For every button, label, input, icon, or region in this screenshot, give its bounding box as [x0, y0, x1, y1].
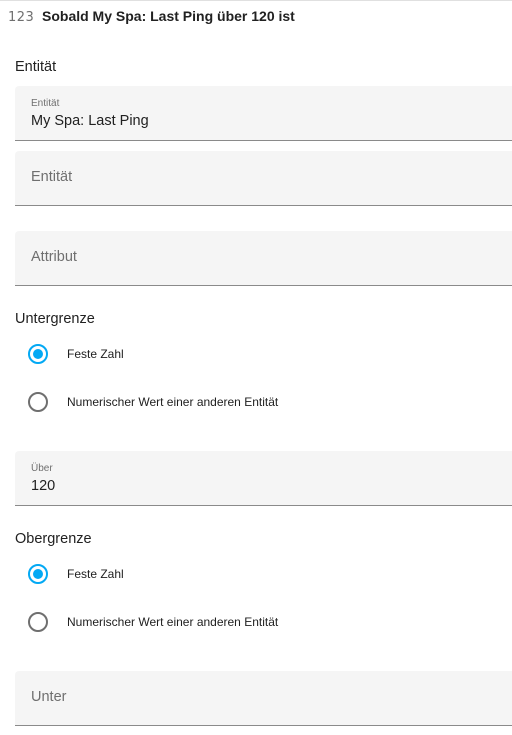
upper-bound-label: Obergrenze [15, 531, 92, 547]
above-field[interactable]: Über 120 [15, 451, 512, 506]
radio-label: Numerischer Wert einer anderen Entität [67, 615, 279, 629]
entity-field[interactable]: Entität My Spa: Last Ping [15, 86, 512, 141]
above-field-value: 120 [31, 478, 56, 494]
attribute-field-placeholder: Attribut [31, 249, 77, 265]
entity-section-label: Entität [15, 59, 57, 75]
entity-field-placeholder: Entität [31, 169, 73, 185]
entity-field-label: Entität [31, 98, 60, 109]
lower-bound-option-entity[interactable]: Numerischer Wert einer anderen Entität [28, 392, 488, 414]
radio-unchecked-icon[interactable] [28, 612, 48, 632]
radio-checked-icon[interactable] [28, 564, 48, 584]
condition-header[interactable]: 123 Sobald My Spa: Last Ping über 120 is… [0, 0, 512, 34]
upper-bound-option-fixed[interactable]: Feste Zahl [28, 564, 488, 586]
condition-title: Sobald My Spa: Last Ping über 120 ist [42, 8, 295, 24]
radio-label: Feste Zahl [67, 567, 124, 581]
below-field[interactable]: Unter [15, 671, 512, 726]
radio-label: Numerischer Wert einer anderen Entität [67, 395, 279, 409]
entity-field-empty[interactable]: Entität [15, 151, 512, 206]
lower-bound-option-fixed[interactable]: Feste Zahl [28, 344, 488, 366]
lower-bound-label: Untergrenze [15, 311, 95, 327]
below-field-placeholder: Unter [31, 689, 67, 705]
entity-field-value: My Spa: Last Ping [31, 113, 149, 129]
above-field-label: Über [31, 463, 53, 474]
upper-bound-option-entity[interactable]: Numerischer Wert einer anderen Entität [28, 612, 488, 634]
radio-unchecked-icon[interactable] [28, 392, 48, 412]
attribute-field[interactable]: Attribut [15, 231, 512, 286]
radio-label: Feste Zahl [67, 347, 124, 361]
numeric-icon: 123 [8, 10, 35, 25]
radio-checked-icon[interactable] [28, 344, 48, 364]
